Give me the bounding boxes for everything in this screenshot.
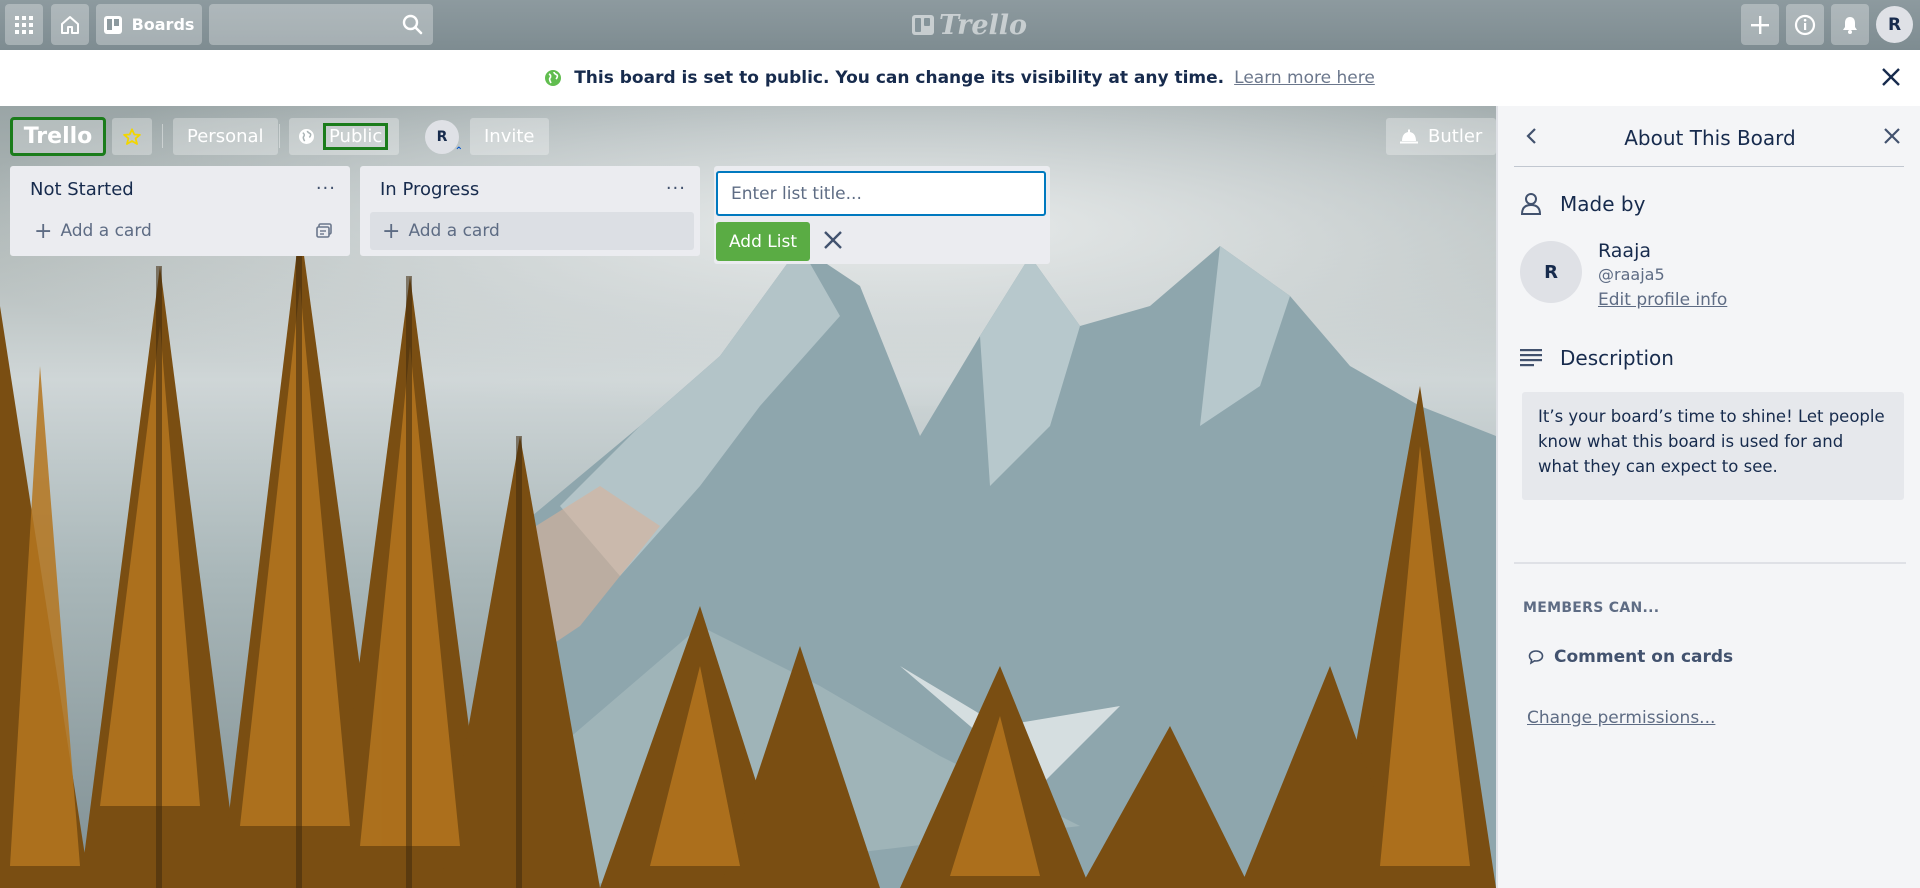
add-card-label: Add a card (60, 221, 152, 241)
board-canvas: Trello Personal Public R ⌃ Invite Butler… (0, 106, 1496, 888)
list-menu-icon[interactable]: ··· (316, 178, 336, 199)
team-button[interactable]: Personal (173, 118, 278, 155)
description-heading: Description (1520, 346, 1674, 370)
learn-more-link[interactable]: Learn more here (1234, 68, 1375, 88)
creator-name: Raaja (1598, 240, 1651, 262)
permission-item: Comment on cards (1528, 647, 1733, 667)
list-not-started: Not Started ··· + Add a card (10, 166, 350, 256)
close-icon[interactable] (1882, 126, 1902, 146)
butler-bell-icon (1400, 129, 1418, 143)
made-by-heading: Made by (1520, 192, 1645, 216)
notifications-button[interactable] (1831, 4, 1869, 45)
plus-icon: + (382, 218, 401, 244)
close-icon[interactable] (822, 229, 844, 251)
public-board-banner: This board is set to public. You can cha… (0, 50, 1920, 106)
comment-icon (1528, 650, 1544, 665)
add-list-button[interactable]: Add List (716, 222, 810, 261)
star-button[interactable] (112, 118, 152, 155)
creator-handle: @raaja5 (1598, 265, 1665, 284)
banner-text: This board is set to public. You can cha… (574, 68, 1225, 88)
list-in-progress: In Progress ··· + Add a card (360, 166, 700, 256)
description-text[interactable]: It’s your board’s time to shine! Let peo… (1522, 392, 1904, 500)
member-avatar[interactable]: R ⌃ (425, 120, 463, 157)
butler-label: Butler (1428, 126, 1483, 147)
change-permissions-link[interactable]: Change permissions... (1527, 708, 1715, 728)
globe-icon (299, 129, 314, 144)
list-title[interactable]: Not Started (30, 179, 134, 200)
list-header[interactable]: Not Started ··· (10, 166, 350, 212)
home-button[interactable] (51, 4, 89, 45)
butler-button[interactable]: Butler (1386, 118, 1496, 155)
apps-button[interactable] (5, 4, 43, 45)
list-header[interactable]: In Progress ··· (360, 166, 700, 212)
card-template-icon[interactable] (316, 223, 332, 239)
creator-avatar[interactable]: R (1520, 241, 1582, 303)
permission-label: Comment on cards (1554, 647, 1734, 667)
star-icon (123, 127, 141, 145)
boards-button[interactable]: Boards (96, 4, 202, 45)
search-icon[interactable] (402, 14, 423, 35)
trello-logo[interactable]: Trello (912, 9, 1027, 41)
close-icon[interactable] (1880, 66, 1902, 88)
boards-label: Boards (131, 15, 195, 34)
plus-icon (1751, 15, 1769, 34)
user-avatar[interactable]: R (1876, 6, 1913, 43)
board-title[interactable]: Trello (10, 117, 106, 156)
top-header: Boards Trello R (0, 0, 1920, 50)
member-initial: R (436, 129, 448, 145)
made-by-label: Made by (1560, 192, 1646, 216)
info-icon (1794, 14, 1816, 35)
boards-icon (103, 15, 122, 34)
globe-icon (545, 70, 562, 86)
bell-icon (1843, 16, 1857, 34)
search-input[interactable] (209, 4, 433, 45)
visibility-label: Public (322, 123, 389, 150)
divider (162, 124, 163, 148)
list-menu-icon[interactable]: ··· (666, 178, 686, 199)
create-button[interactable] (1741, 4, 1779, 45)
members-can-heading: MEMBERS CAN... (1523, 600, 1660, 616)
admin-chevron-icon: ⌃ (454, 146, 463, 157)
add-card-button[interactable]: + Add a card (10, 212, 350, 250)
edit-profile-link[interactable]: Edit profile info (1598, 290, 1727, 310)
visibility-button[interactable]: Public (289, 118, 399, 155)
list-title-input[interactable] (716, 171, 1046, 216)
divider (1514, 166, 1904, 167)
divider (279, 124, 280, 148)
add-list-composer: Add List (714, 166, 1050, 264)
logo-text: Trello (939, 9, 1028, 41)
description-label: Description (1560, 346, 1674, 370)
add-card-button[interactable]: + Add a card (370, 212, 694, 250)
divider (1514, 562, 1906, 564)
list-title[interactable]: In Progress (380, 179, 479, 200)
description-icon (1520, 349, 1542, 367)
person-icon (1520, 193, 1542, 215)
apps-icon (15, 15, 33, 34)
invite-button[interactable]: Invite (470, 118, 549, 155)
trello-logo-icon (912, 15, 934, 35)
board-menu-sidebar: About This Board Made by R Raaja @raaja5… (1496, 106, 1920, 888)
home-icon (61, 15, 79, 34)
plus-icon: + (34, 218, 53, 244)
sidebar-title: About This Board (1624, 126, 1796, 150)
info-button[interactable] (1786, 4, 1824, 45)
add-card-label: Add a card (408, 221, 500, 241)
